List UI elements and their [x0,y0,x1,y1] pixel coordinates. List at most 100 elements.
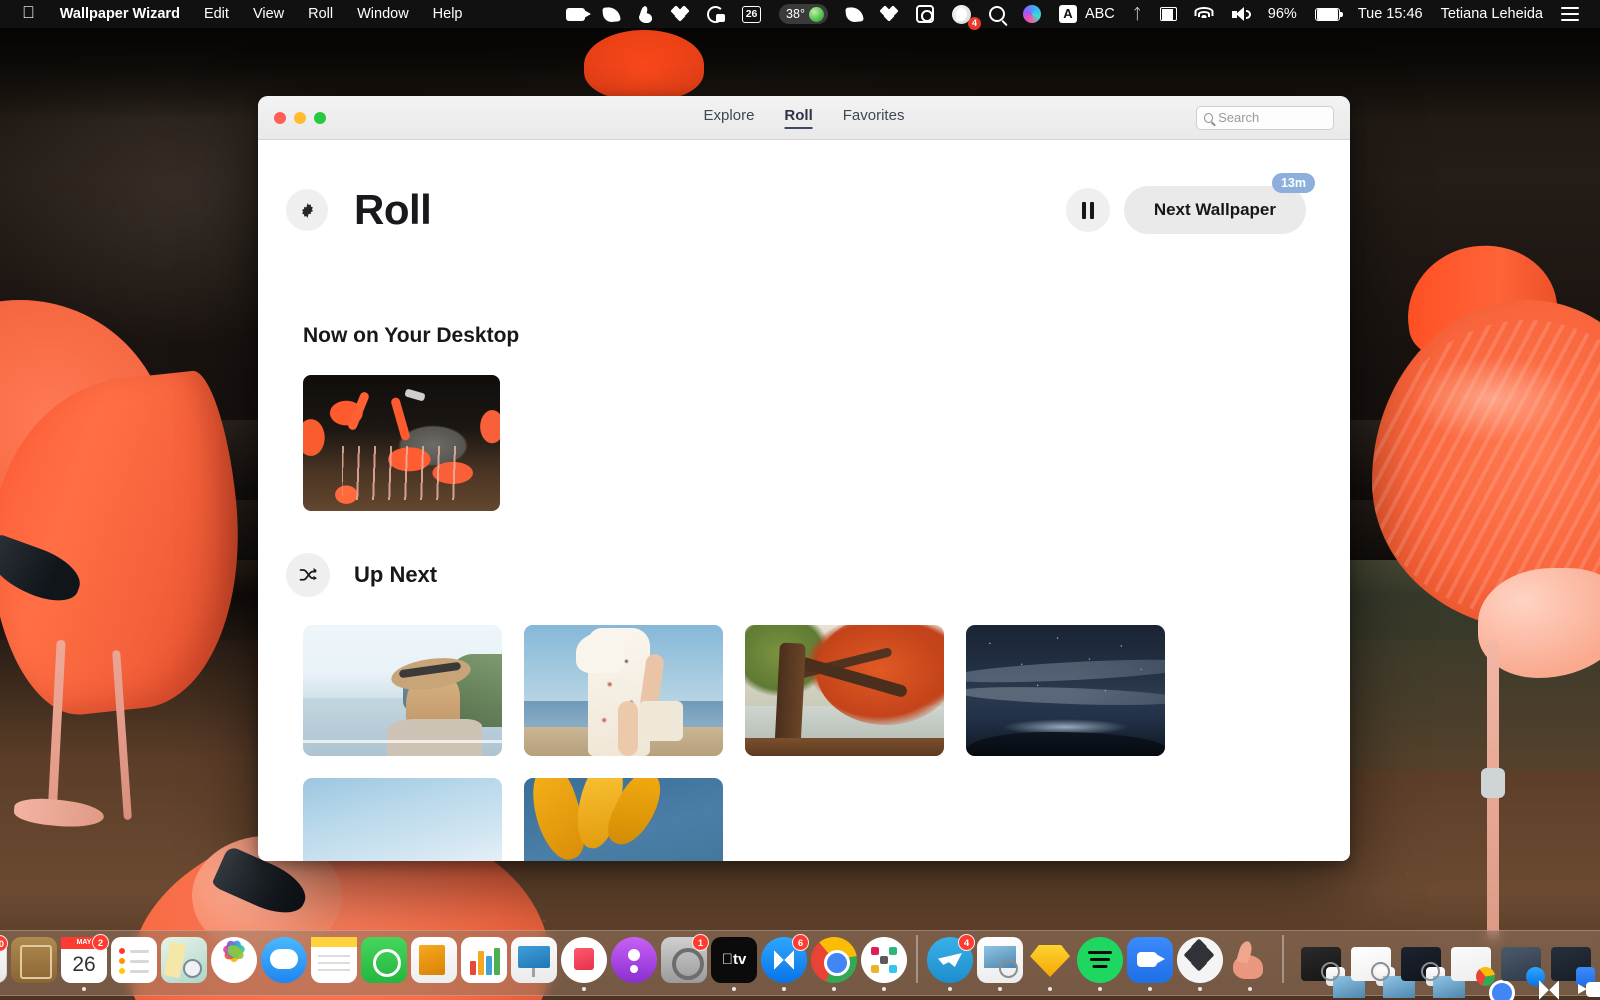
wallpaper-thumbnail-2[interactable] [524,625,723,756]
dock-item-telegram[interactable]: 4 [925,929,975,991]
telegram-badge: 4 [958,934,975,951]
dock-item-notes[interactable] [309,929,359,991]
tab-favorites[interactable]: Favorites [843,107,905,129]
wifi-icon[interactable] [1186,0,1223,28]
dropbox-icon[interactable] [663,0,698,28]
dock-item-contacts[interactable] [9,929,59,991]
dock-item-system-preferences[interactable]: 1 [659,929,709,991]
dock-item-sketch[interactable] [1025,929,1075,991]
calendar-day-icon[interactable]: 26 [733,0,770,28]
section-heading-up-next: Up Next [354,562,437,588]
wallpaper-thumbnail-current[interactable] [303,375,500,511]
menu-item-roll[interactable]: Roll [296,0,345,28]
calendar-badge: 2 [92,934,109,951]
window-title-bar: Explore Roll Favorites [258,96,1350,140]
weather-icon[interactable]: 38° [770,0,837,28]
dock-item-numbers[interactable] [459,929,509,991]
dock-item-facetime[interactable] [359,929,409,991]
ticker-icon[interactable]: 4 [943,0,980,28]
minimized-window-document[interactable] [1341,929,1391,991]
dock-item-maps[interactable] [159,929,209,991]
gear-icon [299,202,316,219]
search-box[interactable] [1196,106,1334,130]
menu-item-app-name[interactable]: Wallpaper Wizard [48,0,192,28]
siri-icon[interactable] [1014,0,1050,28]
wallpaper-flamingo-center [584,30,704,100]
battery-icon[interactable] [1306,0,1349,28]
settings-button[interactable] [286,189,328,231]
dropbox-icon-2[interactable] [872,0,907,28]
minimized-window-terminal[interactable] [1291,929,1341,991]
wallpaper-thumbnail-3[interactable] [745,625,944,756]
volume-icon[interactable] [1223,0,1259,28]
minimize-button[interactable] [294,112,306,124]
dock-item-music[interactable] [559,929,609,991]
dock-item-slack[interactable] [859,929,909,991]
dock-item-reminders[interactable] [109,929,159,991]
clock[interactable]: Tue 15:46 [1349,6,1432,22]
dock-item-apple-tv[interactable]: tv [709,929,759,991]
dock-item-chrome[interactable] [809,929,859,991]
section-now-on-desktop: Now on Your Desktop [258,324,1350,511]
wallpaper-thumbnail-1[interactable] [303,625,502,756]
quill-note-icon-2[interactable] [837,0,872,28]
dock-item-photos[interactable] [209,929,259,991]
dock-item-wallpaper-wizard[interactable] [1225,929,1275,991]
minimized-window-article[interactable] [1441,929,1491,991]
minimized-window-dark-app[interactable] [1591,929,1600,991]
dock-item-preview[interactable] [975,929,1025,991]
dock-item-spotify[interactable] [1075,929,1125,991]
dock-item-pages[interactable] [409,929,459,991]
menu-bar:  Wallpaper Wizard Edit View Roll Window… [0,0,1600,28]
shuffle-button[interactable] [286,553,330,597]
battery-percent-label[interactable]: 96% [1259,6,1306,22]
screen-recorder-icon[interactable] [557,0,594,28]
quill-note-icon[interactable] [594,0,629,28]
tab-explore[interactable]: Explore [704,107,755,129]
input-source-icon[interactable]: A [1050,0,1080,28]
dock-item-calendar[interactable]: MAY 26 2 [59,929,109,991]
apple-tv-glyph: tv [711,937,757,983]
search-input[interactable] [1218,110,1326,125]
page-header-actions: Next Wallpaper 13m [1066,186,1306,234]
dock-item-zoom[interactable] [1125,929,1175,991]
dock-item-keynote[interactable] [509,929,559,991]
minimized-window-zoom-call[interactable] [1541,929,1591,991]
menu-bar-left:  Wallpaper Wizard Edit View Roll Window… [10,0,475,28]
rabbit-wallpaper-wizard-icon[interactable] [629,0,663,28]
dock-item-dropbox[interactable] [1175,929,1225,991]
menu-item-help[interactable]: Help [421,0,475,28]
menu-item-window[interactable]: Window [345,0,421,28]
menu-bar-status-items: 26 38° 4 A ABC ᛏ 96% Tue 15:46 Tetiana L… [557,0,1590,28]
close-button[interactable] [274,112,286,124]
next-wallpaper-button[interactable]: Next Wallpaper 13m [1124,186,1306,234]
dock-item-mail[interactable]: 80 [0,929,9,991]
minimized-window-app-store[interactable] [1491,929,1541,991]
dock-item-messages[interactable] [259,929,309,991]
up-next-grid [275,625,1350,861]
battery-health-icon[interactable] [1151,0,1186,28]
spotlight-search-icon[interactable] [980,0,1014,28]
menu-item-edit[interactable]: Edit [192,0,241,28]
wallpaper-flamingo-right-knee [1481,768,1505,798]
wallpaper-thumbnail-4[interactable] [966,625,1165,756]
wallpaper-thumbnail-6[interactable] [524,778,723,861]
zoom-button[interactable] [314,112,326,124]
control-center-icon[interactable] [1552,0,1588,28]
menu-item-view[interactable]: View [241,0,296,28]
minimized-window-code-editor[interactable] [1391,929,1441,991]
input-source-label[interactable]: ABC [1080,6,1124,22]
photos-camera-icon[interactable] [907,0,943,28]
user-name-menu[interactable]: Tetiana Leheida [1432,6,1552,22]
weather-temperature: 38° [786,7,805,21]
wallpaper-thumbnail-5[interactable] [303,778,502,861]
dock-item-app-store[interactable]: 6 [759,929,809,991]
lock-shield-icon[interactable] [698,0,733,28]
apple-menu-icon[interactable]:  [10,0,48,28]
app-store-badge: 6 [792,934,809,951]
pause-button[interactable] [1066,188,1110,232]
tab-roll[interactable]: Roll [784,107,812,129]
bluetooth-icon[interactable]: ᛏ [1124,0,1151,28]
page-title: Roll [354,186,431,234]
dock-item-podcasts[interactable] [609,929,659,991]
